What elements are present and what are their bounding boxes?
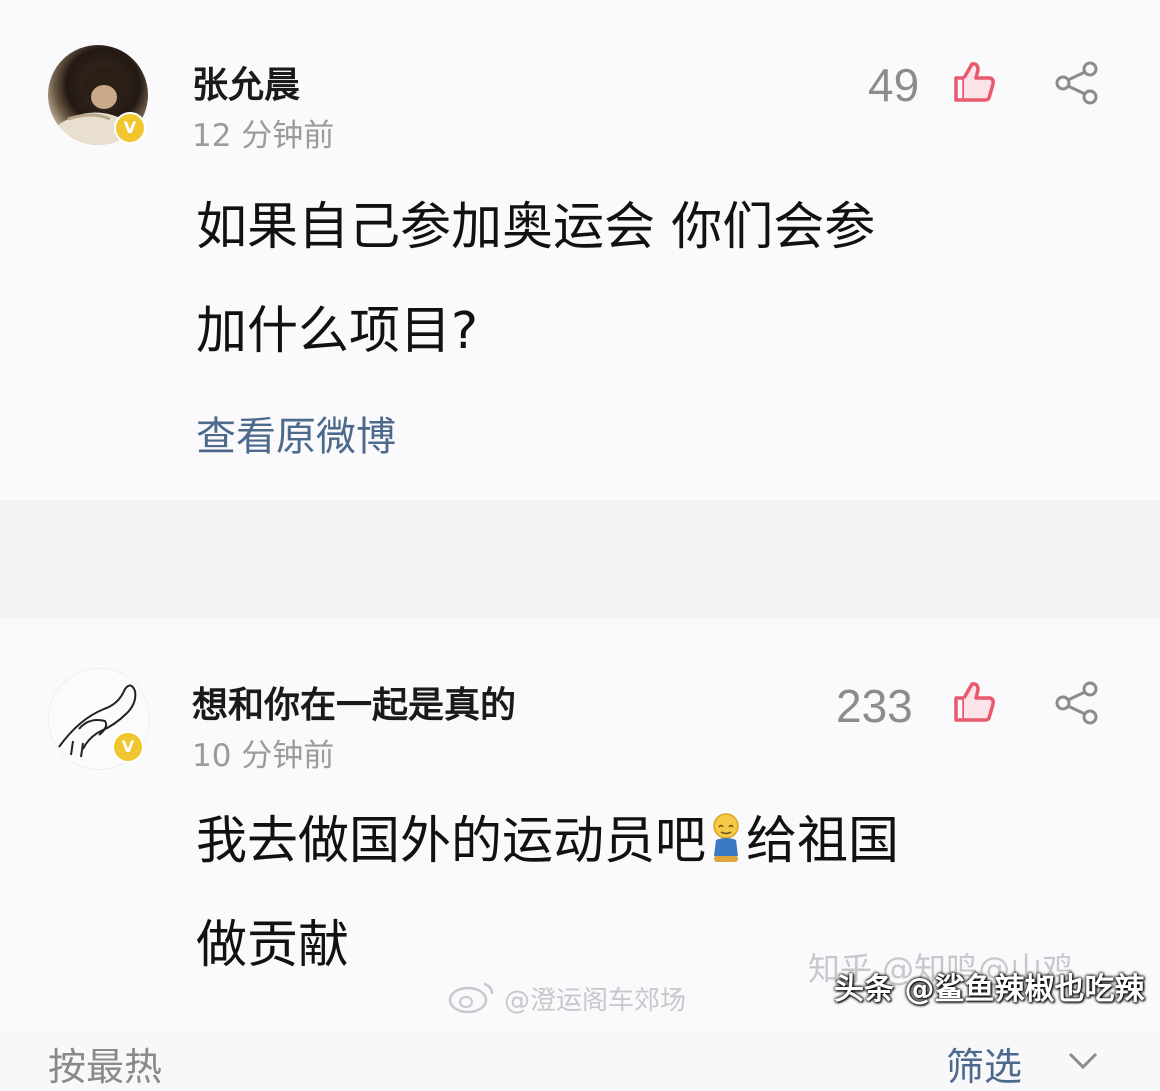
post-content: 如果自己参加奥运会 你们会参 加什么项目? [196,176,1116,384]
share-icon[interactable] [1052,58,1102,108]
post-timestamp: 12 分钟前 [192,118,335,154]
post-content-line: 如果自己参加奥运会 你们会参 [196,198,876,257]
comment-timestamp: 10 分钟前 [192,738,335,774]
weibo-logo-icon [448,982,494,1014]
comment-text-part: 我去做国外的运动员吧 [196,812,707,871]
comment-content-line: 我去做国外的运动员吧 给祖国 [196,790,1116,894]
toutiao-watermark: 头条 @鲨鱼辣椒也吃辣 [834,972,1145,1007]
share-icon[interactable] [1052,678,1102,728]
weibo-watermark: @澄运阁车郊场 [504,986,687,1016]
sort-by-hot-button[interactable]: 按最热 [48,1036,162,1091]
post-content-line: 加什么项目? [196,302,479,361]
kneeling-emoji-icon [713,813,739,862]
view-original-link[interactable]: 查看原微博 [196,404,396,462]
filter-button[interactable]: 筛选 [946,1036,1022,1091]
comment-text-part: 给祖国 [746,812,900,871]
chevron-down-icon[interactable] [1066,1046,1100,1074]
verified-badge: V [112,731,144,763]
comment-filter-bar: 按最热 筛选 [0,500,1160,1089]
post-username[interactable]: 张允晨 [192,56,300,108]
comment-like-count: 233 [836,680,913,732]
verified-badge: V [114,112,146,144]
like-thumb-icon[interactable] [952,60,996,104]
post-card: V 张允晨 12 分钟前 49 如果自己参加奥运会 你们会参 加什么项目? 查看… [0,0,1160,500]
comment-username[interactable]: 想和你在一起是真的 [192,676,516,728]
post-like-count: 49 [868,59,920,111]
like-thumb-icon[interactable] [952,680,996,724]
